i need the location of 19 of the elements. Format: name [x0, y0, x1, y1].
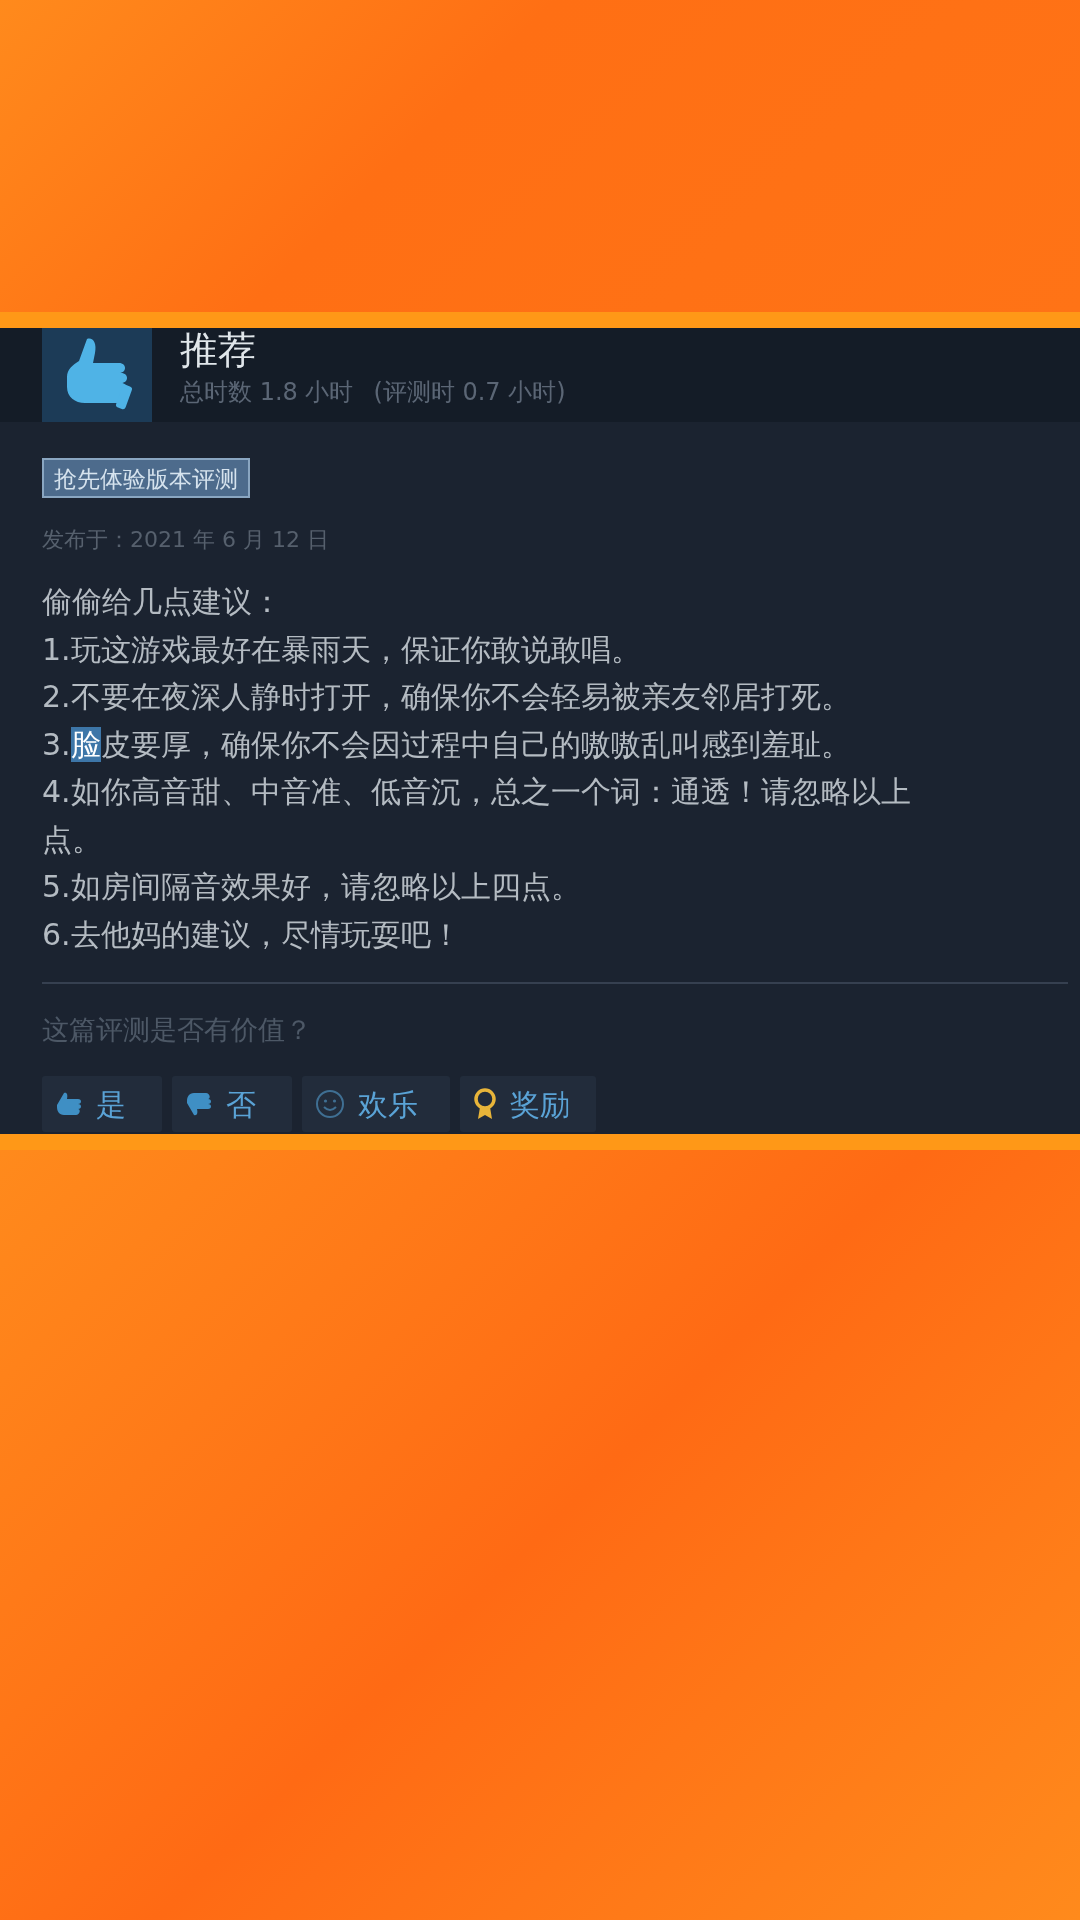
smiley-icon: [314, 1088, 346, 1120]
no-button[interactable]: 否: [172, 1076, 292, 1132]
award-ribbon-icon: [472, 1087, 498, 1121]
verdict-title: 推荐: [180, 328, 257, 374]
yes-button[interactable]: 是: [42, 1076, 162, 1132]
review-text-line: 1.玩这游戏最好在暴雨天，保证你敢说敢唱。: [42, 630, 642, 669]
award-button[interactable]: 奖励: [460, 1076, 596, 1132]
funny-button[interactable]: 欢乐: [302, 1076, 450, 1132]
review-playtime-text: (评测时 0.7 小时): [373, 377, 566, 408]
review-text-line: 偷偷给几点建议：: [42, 583, 283, 621]
review-text-line: 5.如房间隔音效果好，请忽略以上四点。: [42, 868, 582, 906]
review-text-line: 6.去他妈的建议，尽情玩耍吧！: [42, 915, 462, 954]
playtime-text: 总时数 1.8 小时: [180, 377, 354, 408]
early-access-tag: 抢先体验版本评测: [42, 458, 250, 498]
review-text-line: 4.如你高音甜、中音准、低音沉，总之一个词：通透！请忽略以上: [42, 773, 912, 811]
review-text-line: 点。: [42, 820, 103, 859]
review-text-line: 3.脸皮要厚，确保你不会因过程中自己的嗷嗷乱叫感到羞耻。: [42, 725, 852, 764]
posted-date: 发布于：2021 年 6 月 12 日: [42, 526, 330, 554]
review-text-line: 2.不要在夜深人静时打开，确保你不会轻易被亲友邻居打死。: [42, 678, 852, 716]
